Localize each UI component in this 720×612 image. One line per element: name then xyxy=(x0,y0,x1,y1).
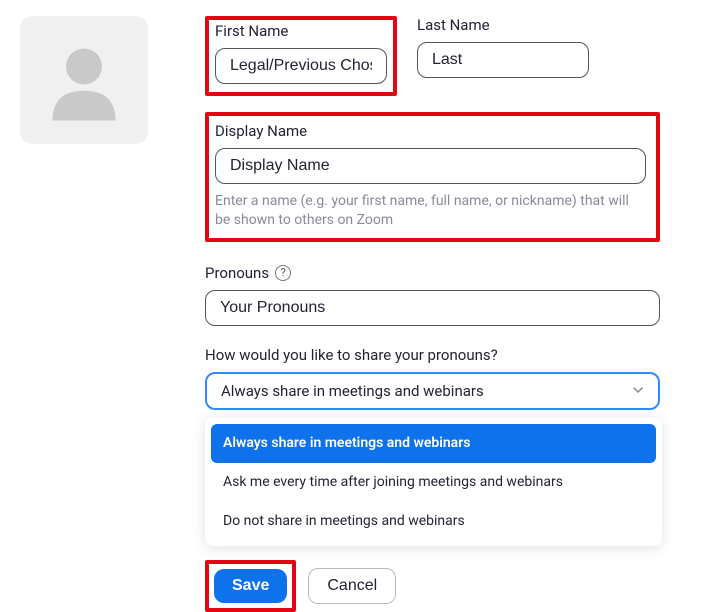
display-name-label: Display Name xyxy=(215,122,646,140)
share-option-ask[interactable]: Ask me every time after joining meetings… xyxy=(211,463,656,502)
display-name-input[interactable] xyxy=(215,148,646,184)
pronouns-section: Pronouns ? xyxy=(205,264,660,326)
save-button[interactable]: Save xyxy=(214,569,287,603)
last-name-input[interactable] xyxy=(417,42,589,78)
first-name-input[interactable] xyxy=(215,48,387,84)
share-pronouns-dropdown: Always share in meetings and webinars As… xyxy=(205,418,662,547)
pronouns-input[interactable] xyxy=(205,290,660,326)
avatar[interactable] xyxy=(20,16,148,144)
pronouns-label: Pronouns ? xyxy=(205,264,660,282)
display-name-section: Display Name Enter a name (e.g. your fir… xyxy=(205,112,660,242)
person-icon xyxy=(39,35,129,125)
last-name-field: Last Name xyxy=(417,16,589,96)
last-name-label: Last Name xyxy=(417,16,589,34)
cancel-button[interactable]: Cancel xyxy=(308,568,396,604)
share-pronouns-select[interactable]: Always share in meetings and webinars xyxy=(205,372,660,410)
save-highlight: Save xyxy=(205,560,296,612)
help-icon[interactable]: ? xyxy=(275,265,291,281)
chevron-down-icon xyxy=(632,382,644,400)
first-name-field: First Name xyxy=(205,16,397,96)
share-label: How would you like to share your pronoun… xyxy=(205,346,660,364)
share-option-never[interactable]: Do not share in meetings and webinars xyxy=(211,502,656,541)
share-pronouns-section: How would you like to share your pronoun… xyxy=(205,346,660,410)
display-name-hint: Enter a name (e.g. your first name, full… xyxy=(215,192,646,230)
first-name-label: First Name xyxy=(215,22,387,40)
share-option-always[interactable]: Always share in meetings and webinars xyxy=(211,424,656,463)
